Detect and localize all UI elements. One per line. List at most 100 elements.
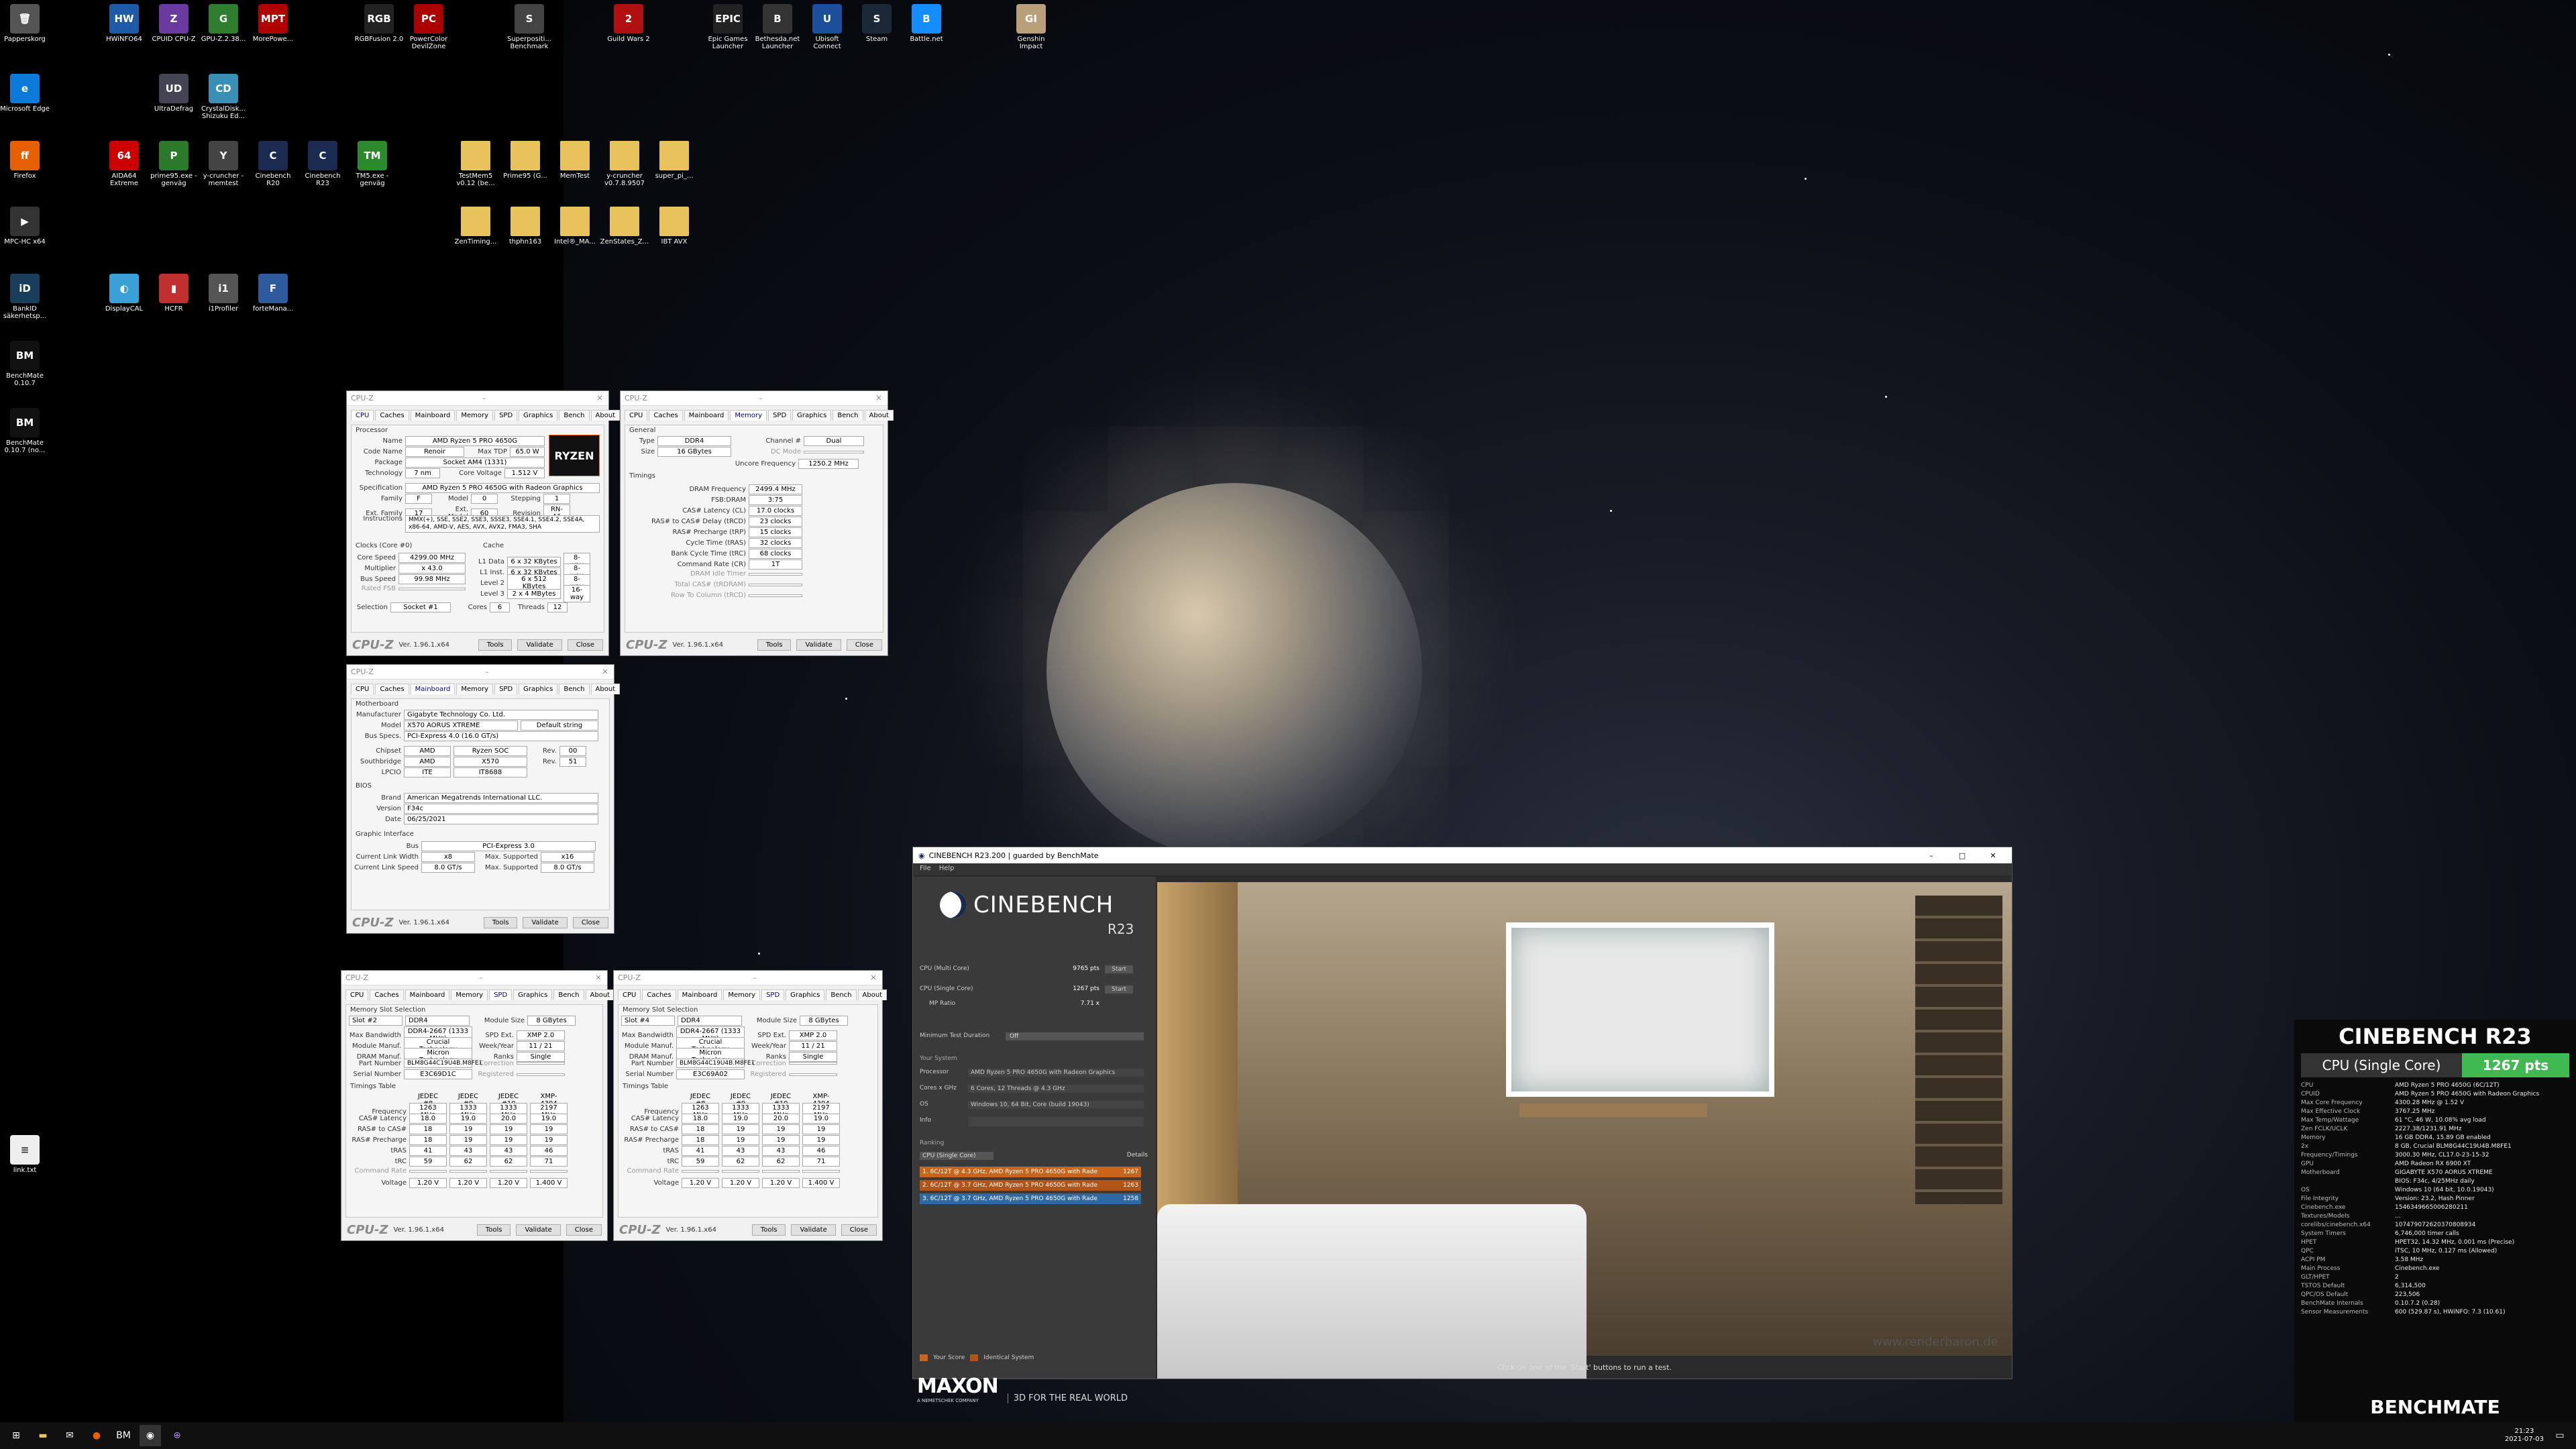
close-button[interactable]: Close <box>841 1224 877 1236</box>
close-button[interactable]: Close <box>572 916 608 928</box>
tab-mainboard[interactable]: Mainboard <box>677 989 722 1000</box>
minimize-icon[interactable]: – <box>480 394 489 402</box>
tab-about[interactable]: About <box>585 989 615 1000</box>
start-icon[interactable]: ⊞ <box>5 1425 27 1446</box>
tab-bench[interactable]: Bench <box>559 410 590 421</box>
desktop-icon[interactable]: G GPU-Z.2.38... <box>199 4 248 43</box>
desktop-icon[interactable]: 64 AIDA64 Extreme <box>99 141 149 187</box>
desktop-icon[interactable]: BM BenchMate 0.10.7 <box>0 341 50 387</box>
desktop-icon[interactable]: MPT MorePowe... <box>248 4 298 43</box>
benchmate-taskbar-icon[interactable]: BM <box>113 1425 134 1446</box>
tab-mainboard[interactable]: Mainboard <box>684 410 729 421</box>
cpuz-window-spd-slot2[interactable]: CPU-Z – ✕ CPU Caches Mainboard Memory SPD Graph… <box>341 970 615 1241</box>
validate-button[interactable]: Validate <box>516 1224 561 1236</box>
tab-about[interactable]: About <box>857 989 888 1000</box>
desktop-icon[interactable]: 🗑 Papperskorg <box>0 4 50 43</box>
minimize-icon[interactable]: – <box>750 973 759 982</box>
tab-bench[interactable]: Bench <box>553 989 584 1000</box>
tab-spd[interactable]: SPD <box>489 989 513 1000</box>
tab-cpu[interactable]: CPU <box>351 410 374 421</box>
desktop-icon[interactable]: ZenStates_Z... <box>600 207 649 246</box>
tab-spd[interactable]: SPD <box>768 410 792 421</box>
tab-mainboard[interactable]: Mainboard <box>405 989 450 1000</box>
desktop-icon[interactable]: UD UltraDefrag <box>149 74 199 113</box>
desktop-icon[interactable]: y-cruncher v0.7.8.9507 <box>600 141 649 187</box>
desktop-icon[interactable]: U Ubisoft Connect <box>802 4 852 50</box>
title-bar[interactable]: CPU-Z – ✕ <box>347 665 614 680</box>
tab-caches[interactable]: Caches <box>375 684 409 694</box>
validate-button[interactable]: Validate <box>517 639 562 651</box>
desktop-icon[interactable]: iD BankID säkerhetsp... <box>0 274 50 320</box>
menu-help[interactable]: Help <box>939 865 955 874</box>
tab-graphics[interactable]: Graphics <box>513 989 553 1000</box>
desktop-icon[interactable]: B Battle.net <box>902 4 951 43</box>
desktop-icon[interactable]: FforteMana... <box>248 274 298 313</box>
mail-icon[interactable]: ✉ <box>59 1425 80 1446</box>
desktop-icon[interactable]: TM TM5.exe - genväg <box>347 141 397 187</box>
desktop-icon[interactable]: PC PowerColor DevilZone <box>404 4 453 50</box>
tab-memory[interactable]: Memory <box>456 410 494 421</box>
tab-spd[interactable]: SPD <box>761 989 785 1000</box>
desktop-icon[interactable]: TestMem5 v0.12 (be... <box>451 141 500 187</box>
cpuz-taskbar-icon[interactable]: ⊕ <box>166 1425 188 1446</box>
cpuz-window-cpu[interactable]: CPU-Z – ✕ CPU Caches Mainboard Memory SPD Graph… <box>346 390 621 656</box>
start-multi-button[interactable]: Start <box>1105 965 1133 973</box>
tab-bench[interactable]: Bench <box>833 410 863 421</box>
tab-graphics[interactable]: Graphics <box>519 684 558 694</box>
tools-button[interactable]: Tools <box>757 639 792 651</box>
desktop-icon[interactable]: e Microsoft Edge <box>0 74 50 113</box>
desktop-icon[interactable]: Z CPUID CPU-Z <box>149 4 199 43</box>
title-bar[interactable]: ◉ CINEBENCH R23.200 | guarded by BenchMat… <box>913 847 2012 863</box>
tools-button[interactable]: Tools <box>751 1224 786 1236</box>
tab-about[interactable]: About <box>590 410 621 421</box>
minimize-icon[interactable]: – <box>1918 851 1945 860</box>
desktop-icon[interactable]: Yy-cruncher - memtest <box>199 141 248 187</box>
tab-caches[interactable]: Caches <box>642 989 676 1000</box>
tab-mainboard[interactable]: Mainboard <box>410 410 455 421</box>
tab-bench[interactable]: Bench <box>559 684 590 694</box>
ranking-row[interactable]: 3. 6C/12T @ 3.7 GHz, AMD Ryzen 5 PRO 465… <box>920 1193 1141 1204</box>
file-explorer-icon[interactable]: ▬ <box>32 1425 54 1446</box>
desktop-icon[interactable]: HW HWiNFO64 <box>99 4 149 43</box>
tab-about[interactable]: About <box>864 410 894 421</box>
ranking-row[interactable]: 1. 6C/12T @ 4.3 GHz, AMD Ryzen 5 PRO 465… <box>920 1167 1141 1177</box>
desktop-icon[interactable]: Prime95 (G... <box>500 141 550 180</box>
tools-button[interactable]: Tools <box>483 916 518 928</box>
title-bar[interactable]: CPU-Z – ✕ <box>341 971 607 985</box>
tab-memory[interactable]: Memory <box>730 410 767 421</box>
desktop-icon[interactable]: ff Firefox <box>0 141 50 180</box>
desktop-icon[interactable]: ≡ link.txt <box>0 1135 50 1174</box>
desktop-icon[interactable]: IBT AVX <box>649 207 699 246</box>
desktop-icon[interactable]: EPIC Epic Games Launcher <box>703 4 753 50</box>
tab-spd[interactable]: SPD <box>494 410 518 421</box>
cinebench-taskbar-icon[interactable]: ◉ <box>140 1425 161 1446</box>
desktop-icon[interactable]: B Bethesda.net Launcher <box>753 4 802 50</box>
tools-button[interactable]: Tools <box>478 639 513 651</box>
tab-about[interactable]: About <box>590 684 621 694</box>
close-icon[interactable]: ✕ <box>600 667 610 676</box>
close-button[interactable]: Close <box>566 1224 602 1236</box>
tab-cpu[interactable]: CPU <box>625 410 648 421</box>
desktop-icon[interactable]: super_pi_... <box>649 141 699 180</box>
validate-button[interactable]: Validate <box>523 916 568 928</box>
tools-button[interactable]: Tools <box>476 1224 511 1236</box>
validate-button[interactable]: Validate <box>791 1224 836 1236</box>
tab-mainboard[interactable]: Mainboard <box>410 684 455 694</box>
tab-caches[interactable]: Caches <box>649 410 683 421</box>
notifications-icon[interactable]: ▭ <box>2549 1425 2571 1446</box>
desktop-icon[interactable]: thphn163 <box>500 207 550 246</box>
cpuz-window-spd-slot4[interactable]: CPU-Z – ✕ CPU Caches Mainboard Memory SPD Graph… <box>613 970 888 1241</box>
minimize-icon[interactable]: – <box>756 394 765 402</box>
tab-memory[interactable]: Memory <box>456 684 494 694</box>
slot-select[interactable]: Slot #4 <box>621 1016 675 1026</box>
desktop-icon[interactable]: C Cinebench R23 <box>298 141 347 187</box>
menu-file[interactable]: File <box>920 865 931 874</box>
desktop-icon[interactable]: ZenTiming... <box>451 207 500 246</box>
desktop-icon[interactable]: CD CrystalDisk... Shizuku Ed... <box>199 74 248 120</box>
tab-graphics[interactable]: Graphics <box>792 410 832 421</box>
slot-select[interactable]: Slot #2 <box>349 1016 402 1026</box>
validate-button[interactable]: Validate <box>796 639 841 651</box>
minimize-icon[interactable]: – <box>476 973 486 982</box>
desktop-icon[interactable]: C Cinebench R20 <box>248 141 298 187</box>
cinebench-window[interactable]: ◉ CINEBENCH R23.200 | guarded by BenchMat… <box>912 847 2012 1403</box>
